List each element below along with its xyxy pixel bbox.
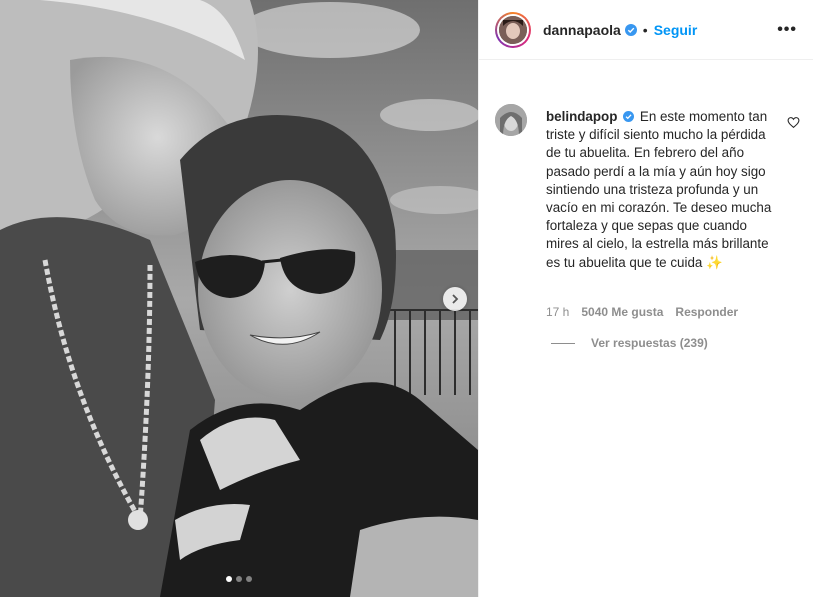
reply-button[interactable]: Responder [675, 305, 738, 319]
carousel-dot [236, 576, 242, 582]
comment-time[interactable]: 17 h [546, 305, 569, 319]
author-avatar[interactable] [495, 11, 531, 48]
chevron-right-icon [452, 294, 459, 304]
more-icon[interactable]: ••• [777, 21, 797, 39]
commenter-username[interactable]: belindapop [546, 109, 617, 124]
separator-bullet: • [642, 21, 648, 38]
carousel-dots [0, 576, 478, 582]
divider-line [551, 342, 575, 344]
comment-likes[interactable]: 5040 Me gusta [581, 305, 663, 319]
comment-text: En este momento tan triste y difícil sie… [546, 109, 772, 270]
verified-badge-icon [624, 23, 637, 36]
view-replies-button[interactable]: Ver respuestas (239) [551, 336, 708, 350]
post-header: dannapaola • Seguir ••• [479, 0, 813, 60]
commenter-avatar[interactable] [495, 104, 527, 136]
carousel-dot [246, 576, 252, 582]
carousel-next-button[interactable] [443, 287, 467, 311]
follow-button[interactable]: Seguir [654, 22, 698, 38]
photo-image [0, 0, 478, 597]
avatar-image [499, 15, 527, 44]
heart-icon[interactable] [787, 116, 800, 129]
carousel-dot [226, 576, 232, 582]
author-username[interactable]: dannapaola [543, 22, 621, 38]
sparkles-emoji: ✨ [706, 254, 723, 270]
comment-meta: 17 h 5040 Me gusta Responder [546, 305, 738, 319]
view-replies-label: Ver respuestas (239) [591, 336, 708, 350]
comment-body: belindapop En este momento tan triste y … [546, 108, 781, 272]
post-photo[interactable] [0, 0, 478, 597]
verified-badge-icon [623, 111, 635, 122]
post-sidebar: dannapaola • Seguir ••• belindapop En es… [478, 0, 813, 597]
